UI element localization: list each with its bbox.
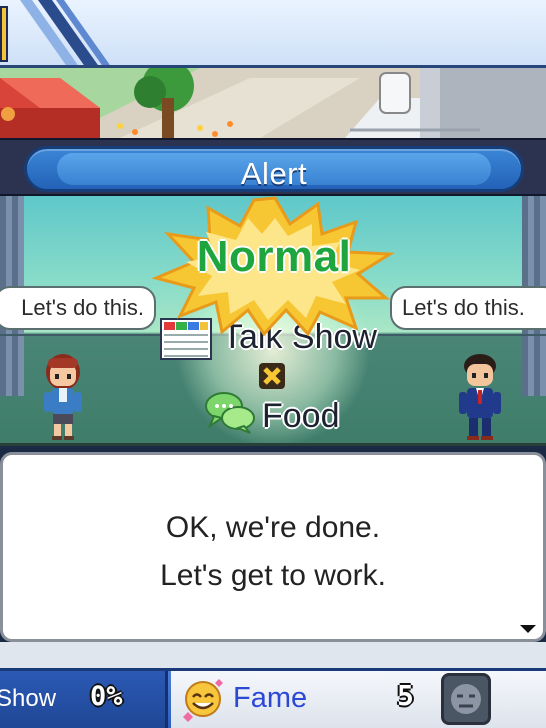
alert-header: Alert — [0, 138, 546, 196]
male-host-sprite — [459, 354, 501, 440]
advance-text-arrow-icon[interactable] — [520, 625, 536, 633]
show-label: Show — [0, 685, 57, 712]
left-host-speech-bubble: Let's do this. — [0, 286, 156, 330]
x-mark-icon — [259, 363, 285, 389]
town-scene — [0, 68, 546, 138]
female-host-sprite — [44, 354, 82, 440]
alert-title: Alert — [240, 156, 308, 191]
message-line-2: Let's get to work. — [160, 559, 386, 592]
smiley-face-icon — [183, 679, 223, 722]
show-progress-section: Show 0% — [0, 671, 168, 728]
alert-title-bar: Alert — [24, 146, 524, 192]
show-percent-value: 0% — [90, 681, 123, 712]
topic-label: Food — [262, 397, 340, 435]
dialogue-message-box[interactable]: OK, we're done. Let's get to work. — [0, 452, 546, 642]
message-line-1: OK, we're done. — [165, 511, 381, 544]
chat-bubbles-icon — [205, 392, 255, 434]
right-host-speech-bubble: Let's do this. — [390, 286, 546, 330]
top-banner — [0, 0, 546, 68]
rating-result-text: Normal — [196, 232, 352, 281]
banner-stripes-decoration — [20, 0, 110, 65]
status-bar: Show 0% Fame 5 — [0, 668, 546, 728]
gray-face-icon[interactable] — [441, 673, 491, 725]
fame-label: Fame — [233, 682, 308, 714]
town-scene-art — [0, 68, 546, 138]
fame-value: 5 — [397, 679, 414, 712]
fame-section: Fame 5 — [171, 671, 546, 728]
gray-face-art — [451, 684, 481, 714]
